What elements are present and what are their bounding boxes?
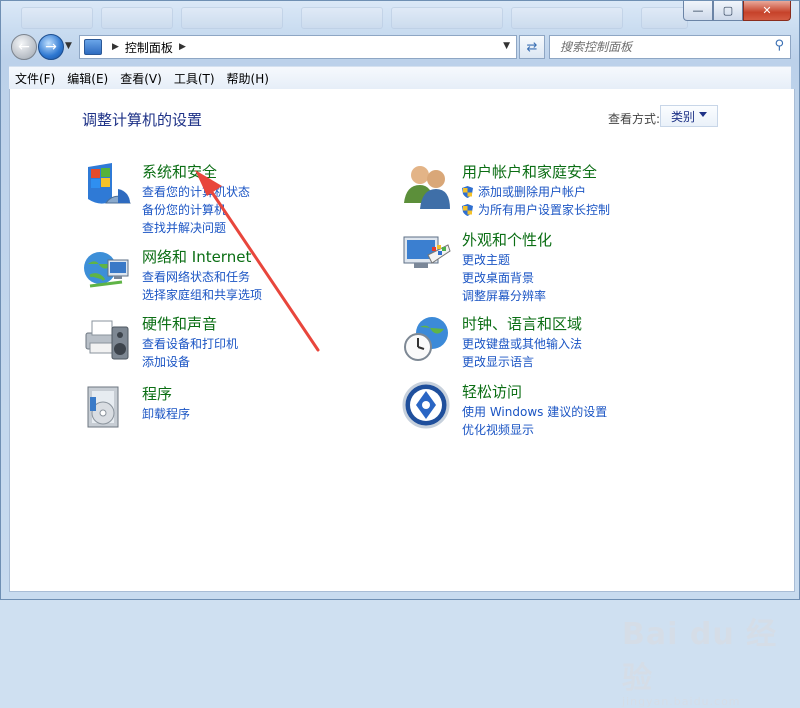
chevron-down-icon — [699, 112, 707, 117]
monitor-palette-icon[interactable] — [402, 229, 452, 279]
link-screen-resolution[interactable]: 调整屏幕分辨率 — [462, 287, 546, 305]
breadcrumb-control-panel[interactable]: 控制面板 — [125, 39, 173, 56]
category-title[interactable]: 时钟、语言和区域 — [462, 313, 582, 334]
baidu-watermark: Bai du 经验 jingyan.baidu.com — [622, 609, 794, 708]
menu-view[interactable]: 查看(V) — [114, 70, 168, 87]
menu-bar: 文件(F) 编辑(E) 查看(V) 工具(T) 帮助(H) — [9, 66, 791, 90]
link-uninstall-program[interactable]: 卸载程序 — [142, 405, 190, 423]
control-panel-icon — [84, 39, 102, 55]
content-pane: 调整计算机的设置 查看方式: 类别 系统和安全 查看您的计算机状态 备份您的计算… — [9, 89, 795, 708]
link-change-theme[interactable]: 更改主题 — [462, 251, 546, 269]
menu-edit[interactable]: 编辑(E) — [61, 70, 114, 87]
background-tabs — [1, 1, 691, 31]
uac-shield-icon — [462, 186, 473, 198]
breadcrumb-separator-icon[interactable]: ▶ — [112, 42, 119, 52]
category-title[interactable]: 系统和安全 — [142, 161, 217, 182]
address-bar[interactable]: ▶ 控制面板 ▶ ▼ — [79, 35, 517, 59]
category-title[interactable]: 用户帐户和家庭安全 — [462, 161, 597, 182]
control-panel-window: — ▢ ✕ ← → ▼ ▶ 控制面板 ▶ ▼ ⇄ ⚲ 文件(F) 编辑(E) 查… — [0, 0, 800, 708]
navigation-bar: ← → ▼ ▶ 控制面板 ▶ ▼ ⇄ ⚲ — [1, 31, 799, 63]
close-button[interactable]: ✕ — [743, 1, 791, 21]
link-add-device[interactable]: 添加设备 — [142, 353, 238, 371]
link-find-fix-problems[interactable]: 查找并解决问题 — [142, 219, 250, 237]
link-view-computer-status[interactable]: 查看您的计算机状态 — [142, 183, 250, 201]
link-homegroup-sharing[interactable]: 选择家庭组和共享选项 — [142, 286, 262, 304]
link-desktop-background[interactable]: 更改桌面背景 — [462, 269, 546, 287]
watermark-brand: Bai du 经验 — [622, 617, 778, 696]
ease-of-access-icon[interactable] — [402, 381, 452, 431]
search-input[interactable] — [558, 36, 762, 58]
users-icon[interactable] — [402, 161, 452, 211]
category-title[interactable]: 硬件和声音 — [142, 313, 217, 334]
menu-help[interactable]: 帮助(H) — [221, 70, 275, 87]
link-devices-printers[interactable]: 查看设备和打印机 — [142, 335, 238, 353]
back-button[interactable]: ← — [11, 34, 37, 60]
category-title[interactable]: 程序 — [142, 383, 172, 404]
link-label: 添加或删除用户帐户 — [478, 185, 587, 199]
forward-button[interactable]: → — [38, 34, 64, 60]
menu-tools[interactable]: 工具(T) — [168, 70, 221, 87]
link-optimize-video[interactable]: 优化视频显示 — [462, 421, 607, 439]
link-label: 为所有用户设置家长控制 — [478, 203, 611, 217]
view-by-value: 类别 — [671, 109, 696, 124]
search-box[interactable]: ⚲ — [549, 35, 791, 59]
page-title: 调整计算机的设置 — [82, 111, 203, 129]
forward-arrow-icon: → — [45, 39, 57, 55]
shield-windows-icon[interactable] — [82, 161, 132, 211]
history-dropdown-icon[interactable]: ▼ — [65, 41, 72, 51]
menu-file[interactable]: 文件(F) — [9, 70, 61, 87]
address-dropdown-icon[interactable]: ▼ — [503, 41, 510, 51]
link-parental-controls[interactable]: 为所有用户设置家长控制 — [462, 201, 610, 219]
category-title[interactable]: 网络和 Internet — [142, 246, 251, 267]
clock-globe-icon[interactable] — [402, 313, 452, 363]
view-by-label: 查看方式: — [608, 112, 661, 126]
category-title[interactable]: 轻松访问 — [462, 381, 522, 402]
refresh-button[interactable]: ⇄ — [519, 35, 545, 59]
link-network-status[interactable]: 查看网络状态和任务 — [142, 268, 262, 286]
minimize-button[interactable]: — — [683, 1, 713, 21]
refresh-icon: ⇄ — [526, 39, 538, 55]
link-add-remove-users[interactable]: 添加或删除用户帐户 — [462, 183, 610, 201]
breadcrumb-separator-icon[interactable]: ▶ — [179, 42, 186, 52]
maximize-button[interactable]: ▢ — [713, 1, 743, 21]
network-globe-icon[interactable] — [82, 246, 132, 296]
watermark-url: jingyan.baidu.com — [622, 695, 741, 708]
search-icon[interactable]: ⚲ — [774, 38, 784, 53]
link-display-language[interactable]: 更改显示语言 — [462, 353, 582, 371]
back-arrow-icon: ← — [18, 39, 30, 55]
printer-speaker-icon[interactable] — [82, 313, 132, 363]
view-by-dropdown[interactable]: 类别 — [660, 105, 718, 127]
caption-buttons: — ▢ ✕ — [683, 1, 791, 21]
link-windows-recommended[interactable]: 使用 Windows 建议的设置 — [462, 403, 607, 421]
category-title[interactable]: 外观和个性化 — [462, 229, 552, 250]
link-backup-computer[interactable]: 备份您的计算机 — [142, 201, 250, 219]
programs-disc-icon[interactable] — [82, 383, 132, 433]
uac-shield-icon — [462, 204, 473, 216]
link-change-keyboard[interactable]: 更改键盘或其他输入法 — [462, 335, 582, 353]
